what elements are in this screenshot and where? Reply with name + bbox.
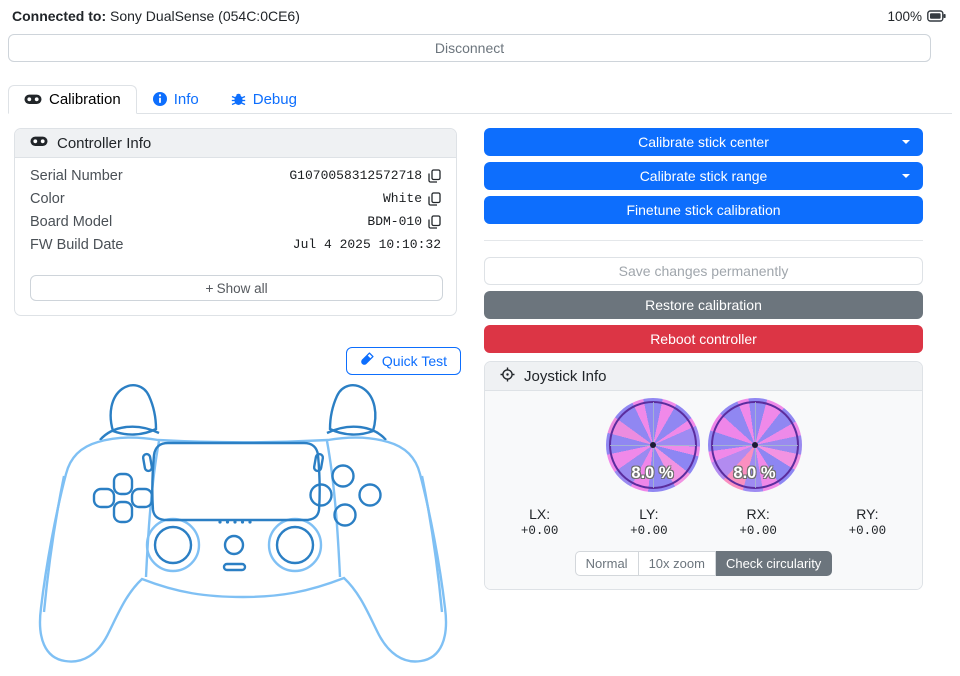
color-value: White	[382, 191, 422, 206]
gamepad-icon	[30, 134, 48, 152]
axis-label: LY:	[639, 506, 659, 522]
joystick-info-card: Joystick Info 8.0 % 8.0 % LX: +0.00 LY: …	[484, 361, 923, 590]
tab-debug[interactable]: Debug	[215, 85, 313, 114]
calibrate-stick-center-label: Calibrate stick center	[638, 134, 769, 150]
controller-info-title: Controller Info	[57, 134, 152, 152]
info-value: BDM-010	[367, 214, 441, 229]
left-stick-gauge: 8.0 %	[605, 398, 700, 492]
tab-calibration[interactable]: Calibration	[8, 85, 137, 114]
crosshairs-icon	[500, 367, 515, 386]
info-value: Jul 4 2025 10:10:32	[293, 237, 441, 252]
axis-label: LX:	[529, 506, 551, 522]
joystick-info-header: Joystick Info	[485, 362, 922, 391]
quick-test-row: Quick Test	[14, 347, 461, 375]
controller-illustration	[28, 380, 457, 673]
reboot-controller-button[interactable]: Reboot controller	[484, 325, 923, 353]
connected-device-text: Connected to: Sony DualSense (054C:0CE6)	[12, 8, 300, 24]
copy-icon[interactable]	[428, 214, 441, 229]
right-stick-gauge: 8.0 %	[707, 398, 802, 492]
axis-ry: RY: +0.00	[813, 506, 922, 538]
left-column: Controller Info Serial Number G107005831…	[14, 128, 461, 673]
controller-info-header: Controller Info	[15, 129, 456, 158]
axis-label: RX:	[746, 506, 770, 522]
info-label: Serial Number	[30, 167, 123, 184]
info-row-serial: Serial Number G1070058312572718	[15, 164, 456, 187]
tab-bar: Calibration Info Debug	[8, 85, 952, 114]
axis-ly: LY: +0.00	[594, 506, 703, 538]
plus-icon: +	[205, 280, 214, 296]
axis-lx: LX: +0.00	[485, 506, 594, 538]
right-stick-circularity-value: 8.0 %	[733, 464, 776, 482]
battery-icon	[927, 10, 946, 22]
finetune-calibration-button[interactable]: Finetune stick calibration	[484, 196, 923, 224]
fw-build-date-value: Jul 4 2025 10:10:32	[292, 237, 441, 252]
controller-info-card: Controller Info Serial Number G107005831…	[14, 128, 457, 316]
info-circle-icon	[152, 92, 167, 106]
axis-label: RY:	[856, 506, 879, 522]
left-stick-circularity-value: 8.0 %	[631, 464, 674, 482]
info-label: Color	[30, 190, 65, 207]
main-content: Controller Info Serial Number G107005831…	[14, 128, 960, 673]
save-changes-button[interactable]: Save changes permanently	[484, 257, 923, 285]
tab-debug-label: Debug	[252, 90, 297, 108]
stick-position-dot	[751, 442, 758, 448]
divider	[484, 240, 923, 241]
stick-position-dot	[649, 442, 656, 448]
battery-percent: 100%	[887, 8, 922, 24]
info-value: White	[383, 191, 441, 206]
tab-info-label: Info	[173, 90, 199, 108]
info-label: FW Build Date	[30, 236, 124, 253]
vial-icon	[360, 352, 374, 370]
joystick-info-body: 8.0 % 8.0 % LX: +0.00 LY: +0.00 RX: +0.0…	[485, 391, 922, 589]
tab-info[interactable]: Info	[137, 85, 215, 114]
quick-test-button[interactable]: Quick Test	[345, 347, 461, 375]
chevron-down-icon[interactable]	[902, 174, 910, 178]
connected-label: Connected to:	[12, 8, 107, 24]
view-normal-button[interactable]: Normal	[574, 551, 639, 576]
calibrate-stick-range-label: Calibrate stick range	[639, 168, 768, 184]
show-all-label: Show all	[216, 281, 268, 296]
disconnect-button[interactable]: Disconnect	[8, 34, 931, 62]
right-column: Calibrate stick center Calibrate stick r…	[484, 128, 931, 673]
axis-value: +0.00	[739, 524, 777, 538]
controller-info-body: Serial Number G1070058312572718 Color Wh…	[15, 158, 456, 315]
info-label: Board Model	[30, 213, 113, 230]
axis-value: +0.00	[630, 524, 668, 538]
restore-calibration-button[interactable]: Restore calibration	[484, 291, 923, 319]
axis-values-row: LX: +0.00 LY: +0.00 RX: +0.00 RY: +0.00	[485, 506, 922, 538]
axis-value: +0.00	[520, 524, 559, 538]
info-row-fw-date: FW Build Date Jul 4 2025 10:10:32	[15, 233, 456, 256]
tab-calibration-label: Calibration	[49, 90, 121, 108]
device-name: Sony DualSense (054C:0CE6)	[110, 8, 300, 24]
serial-number-value: G1070058312572718	[289, 168, 422, 183]
top-status-bar: Connected to: Sony DualSense (054C:0CE6)…	[0, 0, 960, 30]
view-10x-zoom-button[interactable]: 10x zoom	[638, 551, 716, 576]
gamepad-icon	[24, 92, 42, 106]
calibrate-stick-range-button[interactable]: Calibrate stick range	[484, 162, 923, 190]
joystick-info-title: Joystick Info	[524, 367, 607, 385]
copy-icon[interactable]	[428, 191, 441, 206]
info-value: G1070058312572718	[289, 168, 441, 183]
info-row-color: Color White	[15, 187, 456, 210]
quick-test-label: Quick Test	[381, 353, 447, 369]
stick-gauges: 8.0 % 8.0 %	[485, 398, 922, 492]
view-check-circularity-button[interactable]: Check circularity	[715, 551, 833, 576]
bug-icon	[231, 92, 246, 106]
show-all-button[interactable]: + Show all	[30, 275, 443, 301]
info-row-board-model: Board Model BDM-010	[15, 210, 456, 233]
calibrate-stick-center-button[interactable]: Calibrate stick center	[484, 128, 923, 156]
app-root: Connected to: Sony DualSense (054C:0CE6)…	[0, 0, 960, 673]
battery-status: 100%	[887, 9, 946, 24]
copy-icon[interactable]	[428, 168, 441, 183]
board-model-value: BDM-010	[367, 214, 422, 229]
gauge-view-button-group: Normal 10x zoom Check circularity	[485, 551, 922, 576]
axis-value: +0.00	[848, 524, 887, 538]
chevron-down-icon[interactable]	[902, 140, 910, 144]
axis-rx: RX: +0.00	[704, 506, 813, 538]
